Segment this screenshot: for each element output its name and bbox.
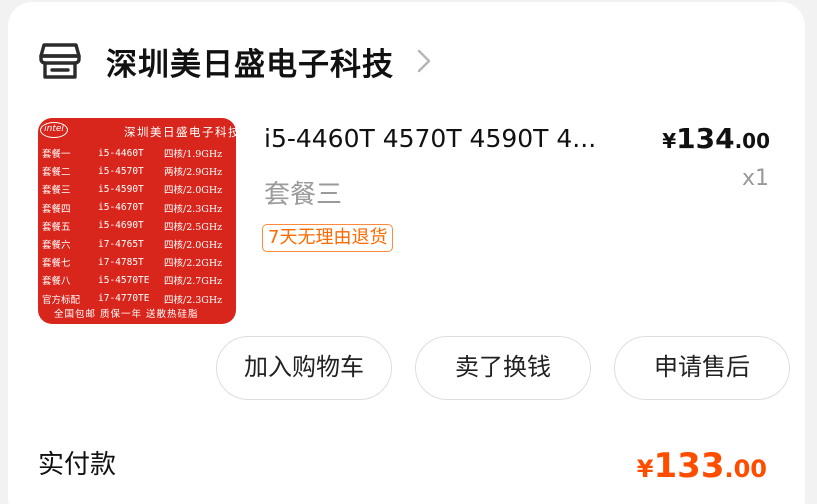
thumbnail-row: 套餐一 i5-4460T 四核/1.9GHz (42, 147, 223, 161)
thumbnail-row: 套餐二 i5-4570T 两核/2.9GHz (42, 165, 223, 179)
product-variant: 套餐三 (264, 180, 343, 210)
chevron-right-icon[interactable] (416, 48, 432, 74)
price-integer: 134 (676, 122, 735, 155)
thumbnail-row: 官方标配 i7-4770TE 四核/2.3GHz (42, 293, 223, 306)
price-decimal: .00 (734, 129, 770, 153)
add-to-cart-button[interactable]: 加入购物车 (216, 336, 392, 400)
product-title[interactable]: i5-4460T 4570T 4590T 4... (264, 124, 660, 153)
thumbnail-row: 套餐八 i5-4570TE 四核/2.7GHz (42, 274, 223, 288)
product-thumbnail[interactable]: intel 深圳美日盛电子科技 套餐一 i5-4460T 四核/1.9GHz 套餐二… (38, 118, 236, 324)
resell-button[interactable]: 卖了换钱 (415, 336, 591, 400)
intel-logo: intel (40, 122, 68, 138)
shop-name[interactable]: 深圳美日盛电子科技 (106, 39, 394, 84)
product-price: ¥134.00 (662, 122, 770, 155)
price-currency: ¥ (662, 129, 677, 153)
thumbnail-title: 深圳美日盛电子科技 (124, 125, 236, 139)
return-policy-badge: 7天无理由退货 (262, 224, 394, 252)
thumbnail-footer: 全国包邮 质保一年 送散热硅脂 (54, 309, 199, 320)
thumbnail-row: 套餐六 i7-4765T 四核/2.0GHz (42, 238, 223, 252)
thumbnail-row: 套餐五 i5-4690T 四核/2.5GHz (42, 220, 223, 233)
product-quantity: x1 (741, 166, 769, 191)
paid-amount-value: ¥133.00 (637, 446, 767, 486)
thumbnail-row: 套餐四 i5-4670T 四核/2.3GHz (42, 202, 223, 215)
after-sales-button[interactable]: 申请售后 (614, 336, 790, 400)
thumbnail-row: 套餐七 i7-4785T 四核/2.2GHz (42, 256, 223, 270)
paid-decimal: .00 (724, 455, 767, 483)
paid-currency: ¥ (636, 455, 654, 483)
order-card: 深圳美日盛电子科技 intel 深圳美日盛电子科技 套餐一 i5-4460T 四核/… (8, 2, 805, 504)
paid-amount-label: 实付款 (38, 450, 117, 480)
shop-header[interactable]: 深圳美日盛电子科技 (38, 38, 432, 84)
thumbnail-row: 套餐三 i5-4590T 四核/2.0GHz (42, 183, 223, 197)
store-icon (39, 43, 81, 79)
paid-integer: 133 (653, 446, 725, 486)
thumbnail-table: 套餐一 i5-4460T 四核/1.9GHz 套餐二 i5-4570T 两核/2.9GH… (38, 144, 236, 308)
